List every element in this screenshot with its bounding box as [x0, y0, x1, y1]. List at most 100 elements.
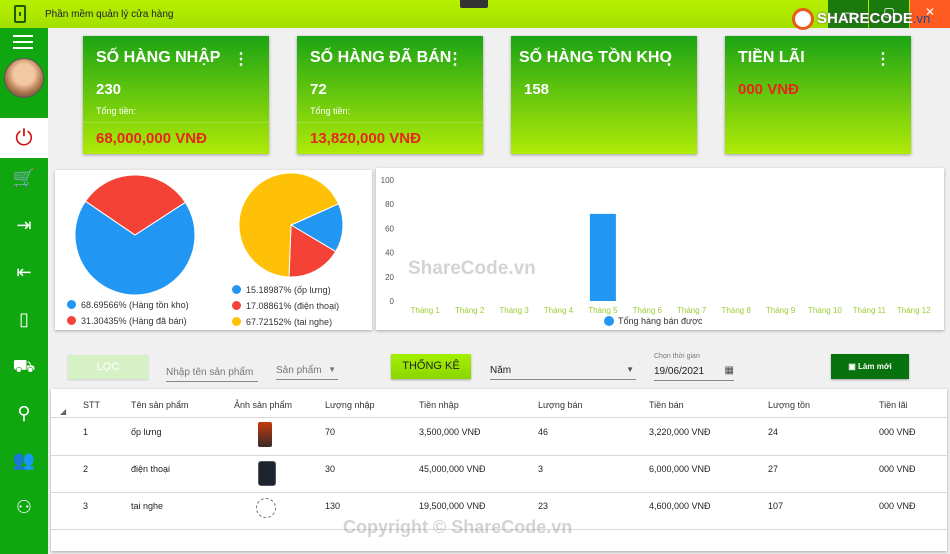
logo-text: SHARECODE: [817, 9, 913, 27]
chevron-down-icon: ▼: [328, 365, 336, 374]
card-money: 13,820,000 VNĐ: [310, 130, 421, 147]
product-image-case: [258, 422, 272, 447]
column-header[interactable]: Lượng nhập: [325, 400, 374, 410]
cart-icon[interactable]: 🛒: [0, 160, 48, 196]
legend-label: 68.69566% (Hàng tồn kho): [81, 300, 189, 310]
row-divider: [51, 455, 947, 456]
more-vert-icon[interactable]: ⋮: [233, 49, 249, 69]
legend-item: 67.72152% (tai nghe): [232, 317, 332, 327]
cell-in-money: 3,500,000 VNĐ: [419, 427, 481, 437]
cell-in-money: 19,500,000 VNĐ: [419, 501, 486, 511]
legend-label: 15.18987% (ốp lưng): [246, 285, 331, 295]
date-value: 19/06/2021: [654, 366, 705, 377]
product-select-label: Sản phẩm: [276, 365, 322, 376]
column-header[interactable]: STT: [83, 400, 100, 410]
truck-icon[interactable]: ⛟: [0, 348, 48, 384]
cell-in-qty: 30: [325, 464, 336, 474]
new-icon: ▣: [848, 362, 859, 371]
drag-handle[interactable]: [460, 0, 488, 8]
x-tick-label: Tháng 7: [677, 306, 707, 315]
column-header[interactable]: Lượng tồn: [768, 400, 810, 410]
sharecode-logo: SHARECODE.vn: [792, 8, 930, 30]
cell-name: điện thoại: [131, 464, 171, 474]
card-value: 230: [96, 81, 122, 98]
date-picker[interactable]: 19/06/2021 ▦: [654, 365, 734, 381]
more-vert-icon[interactable]: ⋮: [661, 49, 677, 69]
card-profit: TIỀN LÃI ⋮ 000 VNĐ: [725, 36, 911, 154]
product-name-input[interactable]: Nhập tên sản phẩm: [166, 367, 258, 382]
cell-sold-qty: 3: [538, 464, 544, 474]
hamburger-menu-icon[interactable]: [13, 35, 33, 49]
period-select[interactable]: Năm ▼: [490, 365, 636, 380]
filter-button[interactable]: LỌC: [68, 355, 148, 379]
power-icon[interactable]: ⏻: [0, 118, 48, 158]
column-header[interactable]: Tiền nhập: [419, 400, 459, 410]
watermark-bottom: Copyright © ShareCode.vn: [343, 517, 573, 537]
cell-in-money: 45,000,000 VNĐ: [419, 464, 486, 474]
group-icon[interactable]: ⚇: [0, 489, 48, 525]
card-divider: [83, 122, 269, 123]
x-tick-label: Tháng 3: [499, 306, 529, 315]
x-tick-label: Tháng 9: [766, 306, 796, 315]
x-tick-label: Tháng 4: [544, 306, 574, 315]
y-tick-label: 40: [385, 249, 394, 258]
column-header[interactable]: Tiền lãi: [879, 400, 908, 410]
column-header[interactable]: Tiền bán: [649, 400, 684, 410]
card-title: TIỀN LÃI: [738, 49, 805, 66]
x-tick-label: Tháng 6: [633, 306, 663, 315]
product-select[interactable]: Sản phẩm ▼: [276, 365, 338, 380]
import-icon[interactable]: ⇤: [0, 254, 48, 290]
export-icon[interactable]: ⇥: [0, 207, 48, 243]
cell-profit: 000 VNĐ: [879, 427, 916, 437]
more-vert-icon[interactable]: ⋮: [875, 49, 891, 69]
more-vert-icon[interactable]: ⋮: [447, 49, 463, 69]
window-title: Phần mềm quản lý cửa hàng: [45, 9, 174, 20]
card-value: 158: [524, 81, 550, 98]
legend-label: 17.08861% (điện thoại): [246, 301, 340, 311]
cell-sold-money: 4,600,000 VNĐ: [649, 501, 711, 511]
search-icon[interactable]: ⚲: [0, 395, 48, 431]
column-header[interactable]: Tên sản phẩm: [131, 400, 189, 410]
cell-profit: 000 VNĐ: [879, 501, 916, 511]
statistics-button[interactable]: THỐNG KÊ: [391, 354, 471, 379]
product-image-earphones: [256, 498, 276, 518]
monthly-sales-bar-chart: 0 20 40 60 80 100 Tháng 1 Tháng 2 Tháng 3 Tháng 4…: [381, 176, 931, 326]
date-picker-label: Chọn thời gian: [654, 353, 700, 360]
column-header[interactable]: Ảnh sản phẩm: [234, 400, 292, 410]
legend-item: 15.18987% (ốp lưng): [232, 285, 331, 295]
watermark-center: ShareCode.vn: [408, 258, 536, 279]
phone-icon[interactable]: ▯: [0, 301, 48, 337]
x-tick-label: Tháng 8: [721, 306, 751, 315]
cell-name: ốp lưng: [131, 427, 162, 437]
product-image-phone: [258, 461, 276, 486]
y-tick-label: 60: [385, 224, 394, 233]
calendar-icon[interactable]: ▦: [725, 365, 734, 376]
refresh-button-label: Làm mới: [858, 362, 892, 371]
card-imported: SỐ HÀNG NHẬP ⋮ 230 Tổng tiền: 68,000,000…: [83, 36, 269, 154]
product-share-pie-chart: [238, 172, 344, 278]
chevron-down-icon: ▼: [626, 365, 634, 374]
legend-dot: [232, 285, 241, 294]
card-label: Tổng tiền:: [96, 106, 137, 116]
x-tick-label: Tháng 12: [897, 306, 931, 315]
card-label: Tổng tiền:: [310, 106, 351, 116]
bar: [589, 213, 616, 301]
y-tick-label: 80: [385, 200, 394, 209]
legend-label: 67.72152% (tai nghe): [246, 317, 333, 327]
legend-dot: [67, 316, 76, 325]
staff-icon[interactable]: 👥: [0, 442, 48, 478]
column-header[interactable]: Lượng bán: [538, 400, 582, 410]
legend-dot: [604, 316, 614, 326]
sort-icon[interactable]: ◢: [60, 407, 66, 416]
x-tick-label: Tháng 2: [455, 306, 485, 315]
refresh-button[interactable]: ▣ Làm mới: [831, 354, 909, 379]
legend-label: Tổng hàng bán được: [618, 316, 703, 326]
x-tick-label: Tháng 11: [853, 306, 887, 315]
avatar[interactable]: [4, 58, 44, 98]
cell-sold-qty: 46: [538, 427, 549, 437]
card-title: SỐ HÀNG ĐÃ BÁN: [310, 49, 452, 66]
x-tick-label: Tháng 5: [588, 306, 618, 315]
cell-in-qty: 70: [325, 427, 336, 437]
legend-item: 17.08861% (điện thoại): [232, 301, 339, 311]
row-divider: [51, 417, 947, 418]
